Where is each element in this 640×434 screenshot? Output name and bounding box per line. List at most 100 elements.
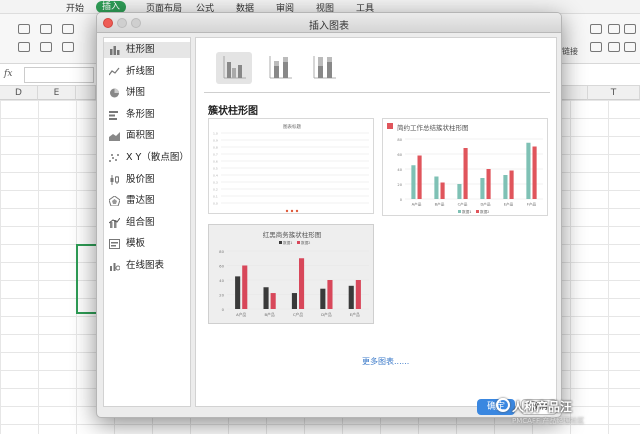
sidebar-item-1[interactable]: 折线图 xyxy=(104,64,190,80)
sidebar-item-4[interactable]: 面积图 xyxy=(104,128,190,144)
dot-2 xyxy=(290,209,294,213)
dark-bar-0-0 xyxy=(235,276,241,309)
sidebar-item-label: 股价图 xyxy=(126,173,155,185)
dot-1 xyxy=(285,209,289,213)
sidebar-item-0[interactable]: 柱形图 xyxy=(104,42,190,58)
sidebar-item-3[interactable]: 条形图 xyxy=(104,107,190,123)
watermark-logo-icon xyxy=(496,398,510,412)
textbox-icon[interactable] xyxy=(590,24,602,34)
list-icon[interactable] xyxy=(40,24,52,34)
sidebar-item-label: 组合图 xyxy=(126,216,155,228)
divider xyxy=(204,92,550,93)
pie-icon[interactable] xyxy=(62,42,74,52)
dark-x-tick-label: D产品 xyxy=(321,312,332,317)
more-charts-link[interactable]: 更多图表...... xyxy=(362,356,409,367)
teal-red-chart-preview: 简约工作总结簇状柱形图 0 20 40 60 80 A产品 B产品 C产品 D产品 E产品 F产品数… xyxy=(387,123,543,214)
shape-icon[interactable] xyxy=(18,42,30,52)
stock-chart-icon xyxy=(109,174,120,185)
chart-content-panel: 簇状柱形图 图表标题 1.0 0.9 0.8 0.7 0.6 0.5 0.4 0.3 0.2 0.… xyxy=(195,37,557,407)
teal-red-header-mark xyxy=(387,123,393,129)
blank-tick-label: 0.1 xyxy=(213,195,218,199)
teal-bar-0-3 xyxy=(480,178,485,199)
sidebar-item-6[interactable]: 股价图 xyxy=(104,172,190,188)
sidebar-item-label: 折线图 xyxy=(126,65,155,77)
thumbnail-teal-red-chart[interactable]: 简约工作总结簇状柱形图 0 20 40 60 80 A产品 B产品 C产品 D产品 E产品 F产品数… xyxy=(382,118,548,216)
subtype-stacked-column[interactable] xyxy=(262,52,298,84)
table-icon[interactable] xyxy=(18,24,30,34)
fx-label: fx xyxy=(4,69,13,79)
symbol-icon[interactable] xyxy=(624,24,636,34)
sidebar-item-8[interactable]: 组合图 xyxy=(104,215,190,231)
link-button[interactable]: 链接 xyxy=(562,46,578,57)
teal-bar-1-2 xyxy=(463,148,468,199)
subtype-percent-stacked-column[interactable] xyxy=(306,52,342,84)
dark-y-tick-label: 60 xyxy=(219,263,224,268)
dark-legend-label-1: 数据2 xyxy=(301,240,310,245)
teal-bar-0-1 xyxy=(434,176,439,199)
dark-x-tick-label: B产品 xyxy=(264,312,274,317)
sidebar-item-5[interactable]: X Y（散点图） xyxy=(104,150,190,166)
blank-chart-title: 图表标题 xyxy=(283,123,301,130)
watermark-subtext: PMCAFF 产品经理社区 xyxy=(512,417,585,425)
blank-tick-label: 0.6 xyxy=(213,160,218,164)
teal-x-tick-label: A产品 xyxy=(412,202,422,207)
blank-tick-label: 0.5 xyxy=(213,167,218,171)
selected-range[interactable] xyxy=(76,244,98,314)
teal-bar-1-3 xyxy=(486,169,491,199)
chart-icon[interactable] xyxy=(40,42,52,52)
dialog-title: 插入图表 xyxy=(309,21,349,32)
tab-home[interactable]: 开始 xyxy=(66,1,84,14)
equation-icon[interactable] xyxy=(624,42,636,52)
column-header-s[interactable] xyxy=(562,86,588,100)
dark-y-tick-label: 40 xyxy=(219,278,224,283)
scatter-chart-icon xyxy=(109,153,120,163)
check-icon[interactable] xyxy=(62,24,74,34)
thumbnail-red-black-chart[interactable]: 红黑商务簇状柱形图 数据1 数据2 0 20 40 60 80 A产品 B产品 C产品 D产品 E产品 xyxy=(208,224,374,324)
template-icon xyxy=(109,239,120,250)
sidebar-item-label: X Y（散点图） xyxy=(126,152,189,163)
column-header-e[interactable]: E xyxy=(38,86,76,100)
dark-y-tick-label: 20 xyxy=(219,292,224,297)
blank-tick-label: 0.0 xyxy=(213,202,218,206)
dark-legend-swatch-1 xyxy=(297,241,300,244)
teal-y-tick-label: 40 xyxy=(397,168,402,172)
sidebar-item-7[interactable]: 雷达图 xyxy=(104,193,190,209)
wordart-icon[interactable] xyxy=(590,42,602,52)
dialog-titlebar: 插入图表 xyxy=(97,13,561,33)
teal-legend-label-0: 数据1 xyxy=(462,209,471,214)
thumbnail-blank-chart[interactable]: 图表标题 1.0 0.9 0.8 0.7 0.6 0.5 0.4 0.3 0.2 0.1 0.0 xyxy=(208,118,374,214)
sidebar-item-label: 条形图 xyxy=(126,108,155,120)
teal-bar-1-0 xyxy=(417,155,422,199)
pie-chart-icon xyxy=(109,88,120,98)
dark-legend-swatch-0 xyxy=(279,241,282,244)
horizontal-bar-chart-icon xyxy=(109,110,120,120)
header-icon[interactable] xyxy=(608,24,620,34)
blank-tick-label: 1.0 xyxy=(213,132,218,136)
dark-y-tick-label: 0 xyxy=(222,307,225,312)
formula-input[interactable] xyxy=(24,67,94,83)
dark-bar-0-1 xyxy=(263,287,269,309)
teal-bar-1-5 xyxy=(532,146,537,199)
blank-tick-label: 0.3 xyxy=(213,181,218,185)
dark-x-tick-label: C产品 xyxy=(293,312,303,317)
subtype-clustered-column[interactable] xyxy=(216,52,252,84)
radar-chart-icon xyxy=(108,195,121,207)
teal-legend-label-1: 数据2 xyxy=(480,209,489,214)
section-title: 簇状柱形图 xyxy=(208,106,258,117)
teal-bar-1-1 xyxy=(440,182,445,199)
dot-3 xyxy=(295,209,299,213)
blank-tick-label: 0.8 xyxy=(213,146,218,150)
teal-x-tick-label: B产品 xyxy=(435,202,445,207)
object-icon[interactable] xyxy=(608,42,620,52)
sidebar-item-10[interactable]: 在线图表 xyxy=(104,258,190,274)
blank-tick-label: 0.2 xyxy=(213,188,218,192)
teal-x-tick-label: D产品 xyxy=(481,202,491,207)
chart-type-sidebar: 柱形图折线图饼图条形图面积图 X Y（散点图） 股价图雷达图组合图模板在线图表 xyxy=(103,37,191,407)
sidebar-item-9[interactable]: 模板 xyxy=(104,236,190,252)
column-header-d[interactable]: D xyxy=(0,86,38,100)
teal-bar-1-4 xyxy=(509,170,514,199)
column-header-t[interactable]: T xyxy=(588,86,640,100)
area-chart-icon xyxy=(109,131,120,142)
column-header-blank[interactable] xyxy=(76,86,96,100)
sidebar-item-2[interactable]: 饼图 xyxy=(104,85,190,101)
